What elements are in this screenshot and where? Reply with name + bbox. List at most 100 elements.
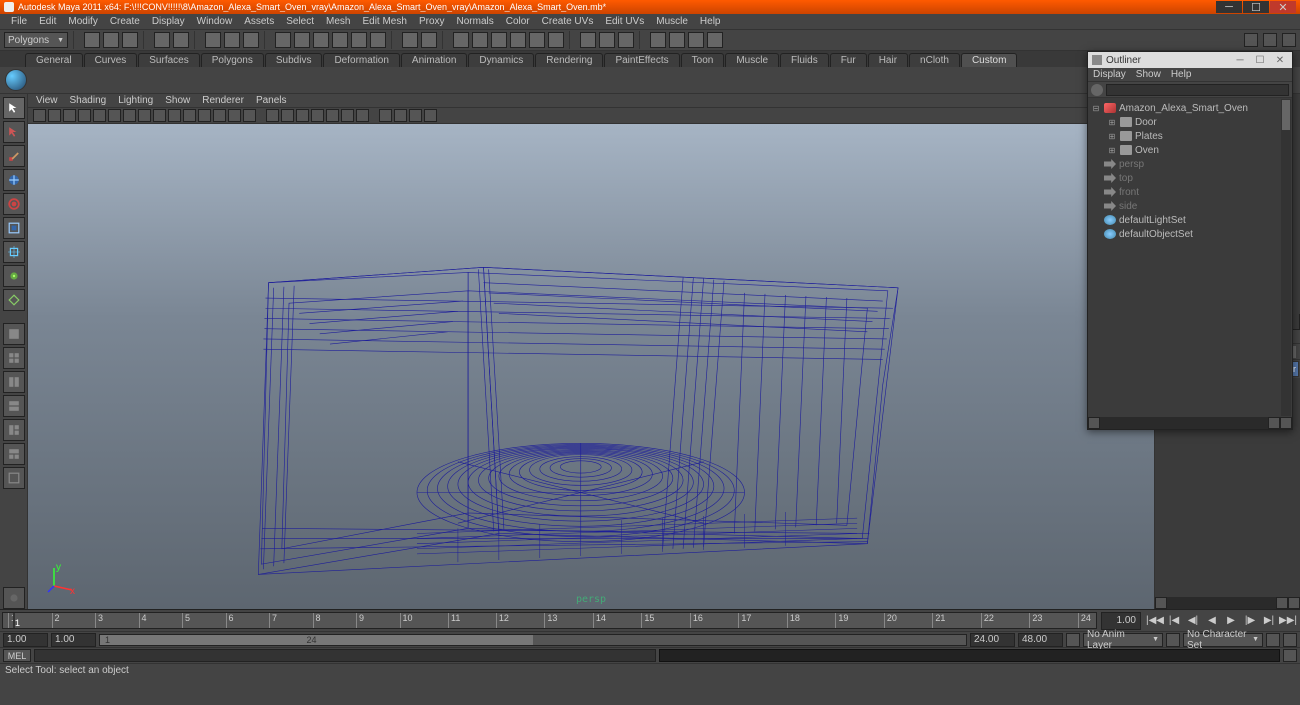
outliner-close-button[interactable]: ✕	[1272, 54, 1288, 66]
step-forward-key-button[interactable]: ▶|	[1260, 613, 1278, 629]
shelf-tab-polygons[interactable]: Polygons	[201, 53, 264, 67]
viewport-menu-lighting[interactable]: Lighting	[118, 95, 153, 106]
outliner-item-front[interactable]: front	[1091, 185, 1289, 199]
vp-2d-pan[interactable]	[93, 109, 106, 122]
outliner-maximize-button[interactable]: ☐	[1252, 54, 1268, 66]
viewport-menu-view[interactable]: View	[36, 95, 58, 106]
show-manipulator-button[interactable]	[669, 32, 685, 48]
menu-file[interactable]: File	[5, 16, 33, 27]
layout-two-stacked-button[interactable]	[3, 395, 25, 417]
outliner-item-side[interactable]: side	[1091, 199, 1289, 213]
menu-edit-uvs[interactable]: Edit UVs	[599, 16, 650, 27]
vp-high-quality[interactable]	[341, 109, 354, 122]
script-editor-button[interactable]	[1283, 649, 1297, 662]
viewport-menu-panels[interactable]: Panels	[256, 95, 287, 106]
vp-safe-title[interactable]	[213, 109, 226, 122]
soft-modification-button[interactable]	[3, 265, 25, 287]
layout-three-top-button[interactable]	[3, 443, 25, 465]
history-toggle-button[interactable]	[402, 32, 418, 48]
shelf-tab-curves[interactable]: Curves	[84, 53, 138, 67]
shelf-tab-surfaces[interactable]: Surfaces	[138, 53, 199, 67]
undo-button[interactable]	[154, 32, 170, 48]
step-forward-frame-button[interactable]: |▶	[1241, 613, 1259, 629]
redo-button[interactable]	[173, 32, 189, 48]
menu-proxy[interactable]: Proxy	[413, 16, 451, 27]
outliner-menu-show[interactable]: Show	[1136, 69, 1161, 80]
vp-motion-blur[interactable]	[424, 109, 437, 122]
step-back-key-button[interactable]: |◀	[1165, 613, 1183, 629]
vp-xray-joints[interactable]	[394, 109, 407, 122]
window-maximize-button[interactable]: ☐	[1243, 1, 1269, 13]
vp-field-chart[interactable]	[183, 109, 196, 122]
layout-panel-button[interactable]	[618, 32, 634, 48]
scale-tool-button[interactable]	[3, 217, 25, 239]
outliner-item-door[interactable]: ⊞Door	[1091, 115, 1289, 129]
layout-two-side-button[interactable]	[3, 371, 25, 393]
shelf-tab-fur[interactable]: Fur	[830, 53, 867, 67]
window-close-button[interactable]: ✕	[1270, 1, 1296, 13]
show-manipulator-button2[interactable]	[3, 289, 25, 311]
vp-lock-camera[interactable]	[48, 109, 61, 122]
time-slider-track[interactable]: 123456789101112131415161718192021222324 …	[2, 612, 1097, 629]
layout-four-pane-button[interactable]	[3, 347, 25, 369]
outliner-item-defaultlightset[interactable]: defaultLightSet	[1091, 213, 1289, 227]
character-set-selector[interactable]: No Character Set▼	[1183, 633, 1263, 647]
outliner-menu-help[interactable]: Help	[1171, 69, 1192, 80]
snap-point-button[interactable]	[313, 32, 329, 48]
scroll-left-button[interactable]	[1155, 597, 1167, 609]
render-globals-button[interactable]	[529, 32, 545, 48]
select-by-hierarchy-button[interactable]	[205, 32, 221, 48]
vp-select-camera[interactable]	[33, 109, 46, 122]
command-language-button[interactable]: MEL	[3, 649, 31, 662]
snap-plane-button[interactable]	[332, 32, 348, 48]
menu-create-uvs[interactable]: Create UVs	[536, 16, 600, 27]
go-to-start-button[interactable]: |◀◀	[1146, 613, 1164, 629]
shelf-tab-fluids[interactable]: Fluids	[780, 53, 829, 67]
new-scene-button[interactable]	[84, 32, 100, 48]
render-current-button[interactable]	[472, 32, 488, 48]
autokey-icon[interactable]	[1266, 633, 1280, 647]
go-to-end-button[interactable]: ▶▶|	[1279, 613, 1297, 629]
menu-window[interactable]: Window	[191, 16, 239, 27]
shelf-tab-deformation[interactable]: Deformation	[323, 53, 399, 67]
viewport-menu-renderer[interactable]: Renderer	[202, 95, 244, 106]
outliner-minimize-button[interactable]: ─	[1232, 54, 1248, 66]
step-back-frame-button[interactable]: ◀|	[1184, 613, 1202, 629]
scroll-track[interactable]	[1100, 417, 1268, 429]
vp-image-plane[interactable]	[78, 109, 91, 122]
vp-bookmarks[interactable]	[63, 109, 76, 122]
graph-editor-button[interactable]	[650, 32, 666, 48]
layout-custom-button[interactable]	[3, 467, 25, 489]
make-live-button[interactable]	[370, 32, 386, 48]
menu-modify[interactable]: Modify	[62, 16, 103, 27]
range-slider-thumb[interactable]: 1 24	[100, 635, 533, 645]
snap-curve-button[interactable]	[294, 32, 310, 48]
expand-toggle[interactable]: ⊞	[1107, 118, 1117, 127]
outliner-item-defaultobjectset[interactable]: defaultObjectSet	[1091, 227, 1289, 241]
outliner-horizontal-scrollbar[interactable]	[1088, 417, 1292, 429]
render-view-button[interactable]	[453, 32, 469, 48]
universal-manipulator-button[interactable]	[3, 241, 25, 263]
hypershade-button[interactable]	[548, 32, 564, 48]
vp-isolate-select[interactable]	[356, 109, 369, 122]
vp-textured[interactable]	[296, 109, 309, 122]
layout-three-left-button[interactable]	[3, 419, 25, 441]
shelf-tab-ncloth[interactable]: nCloth	[909, 53, 960, 67]
viewport-menu-shading[interactable]: Shading	[70, 95, 107, 106]
play-backward-button[interactable]: ◀	[1203, 613, 1221, 629]
move-tool-button[interactable]	[3, 169, 25, 191]
animation-end-field[interactable]: 48.00	[1018, 633, 1063, 647]
outliner-item-persp[interactable]: persp	[1091, 157, 1289, 171]
ipr-render-button[interactable]	[491, 32, 507, 48]
menu-set-selector[interactable]: Polygons ▼	[4, 32, 68, 48]
anim-layer-selector[interactable]: No Anim Layer▼	[1083, 633, 1163, 647]
menu-edit-mesh[interactable]: Edit Mesh	[356, 16, 412, 27]
outliner-window[interactable]: Outliner ─ ☐ ✕ DisplayShowHelp ⊟Amazon_A…	[1087, 51, 1293, 430]
scroll-right2-button[interactable]	[1288, 597, 1300, 609]
scroll-track[interactable]	[1167, 597, 1276, 609]
help-button[interactable]	[421, 32, 437, 48]
select-by-object-button[interactable]	[224, 32, 240, 48]
vp-wireframe-on-shaded[interactable]	[281, 109, 294, 122]
vp-xray[interactable]	[379, 109, 392, 122]
save-scene-button[interactable]	[122, 32, 138, 48]
